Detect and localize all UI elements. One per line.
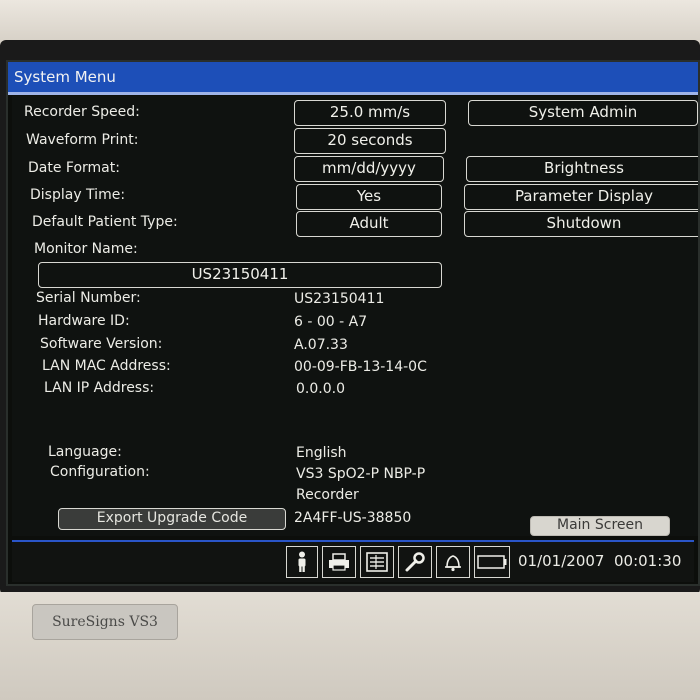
language-value: English xyxy=(296,445,347,461)
recorder-speed-field[interactable]: 25.0 mm/s xyxy=(294,100,446,126)
status-date: 01/01/2007 xyxy=(518,552,605,570)
configuration-value-line2: Recorder xyxy=(296,487,359,503)
recorder-speed-label: Recorder Speed: xyxy=(24,104,140,120)
system-admin-button[interactable]: System Admin xyxy=(468,100,698,126)
export-upgrade-code-button[interactable]: Export Upgrade Code xyxy=(58,508,286,530)
display-time-label: Display Time: xyxy=(30,187,126,203)
system-menu-panel: Recorder Speed: 25.0 mm/s Waveform Print… xyxy=(12,96,698,536)
serial-number-value: US23150411 xyxy=(294,291,385,307)
trends-icon[interactable] xyxy=(360,546,394,578)
monitor-screen: System Menu Recorder Speed: 25.0 mm/s Wa… xyxy=(6,60,700,586)
patient-icon[interactable] xyxy=(286,546,318,578)
lan-ip-value: 0.0.0.0 xyxy=(296,381,345,397)
configuration-label: Configuration: xyxy=(50,464,150,480)
date-format-label: Date Format: xyxy=(28,160,120,176)
printer-icon[interactable] xyxy=(322,546,356,578)
hardware-id-value: 6 - 00 - A7 xyxy=(294,314,368,330)
monitor-name-label: Monitor Name: xyxy=(34,241,138,257)
parameter-display-button[interactable]: Parameter Display xyxy=(464,184,698,210)
upgrade-code-value: 2A4FF-US-38850 xyxy=(294,510,412,526)
default-patient-type-label: Default Patient Type: xyxy=(32,214,178,230)
software-version-value: A.07.33 xyxy=(294,337,348,353)
battery-icon xyxy=(474,546,510,578)
lan-ip-label: LAN IP Address: xyxy=(44,380,155,396)
status-time: 00:01:30 xyxy=(614,552,682,570)
monitor-top-casing xyxy=(0,0,700,44)
configuration-value: VS3 SpO2-P NBP-P xyxy=(296,466,426,482)
waveform-print-label: Waveform Print: xyxy=(26,132,139,148)
hardware-id-label: Hardware ID: xyxy=(38,313,130,329)
status-bar: 01/01/2007 00:01:30 xyxy=(12,540,694,582)
brightness-button[interactable]: Brightness xyxy=(466,156,698,182)
alarm-bell-icon[interactable] xyxy=(436,546,470,578)
date-format-field[interactable]: mm/dd/yyyy xyxy=(294,156,444,182)
tools-icon[interactable] xyxy=(398,546,432,578)
shutdown-button[interactable]: Shutdown xyxy=(464,211,698,237)
language-label: Language: xyxy=(48,444,122,460)
lan-mac-value: 00-09-FB-13-14-0C xyxy=(294,359,427,375)
software-version-label: Software Version: xyxy=(40,336,163,352)
main-screen-button[interactable]: Main Screen xyxy=(530,516,670,536)
window-title: System Menu xyxy=(14,68,116,86)
display-time-field[interactable]: Yes xyxy=(296,184,442,210)
default-patient-type-field[interactable]: Adult xyxy=(296,211,442,237)
title-bar: System Menu xyxy=(8,62,698,95)
waveform-print-field[interactable]: 20 seconds xyxy=(294,128,446,154)
lan-mac-label: LAN MAC Address: xyxy=(42,358,171,374)
serial-number-label: Serial Number: xyxy=(36,290,141,306)
monitor-name-field[interactable]: US23150411 xyxy=(38,262,442,288)
device-brand-label: SureSigns VS3 xyxy=(32,604,178,640)
